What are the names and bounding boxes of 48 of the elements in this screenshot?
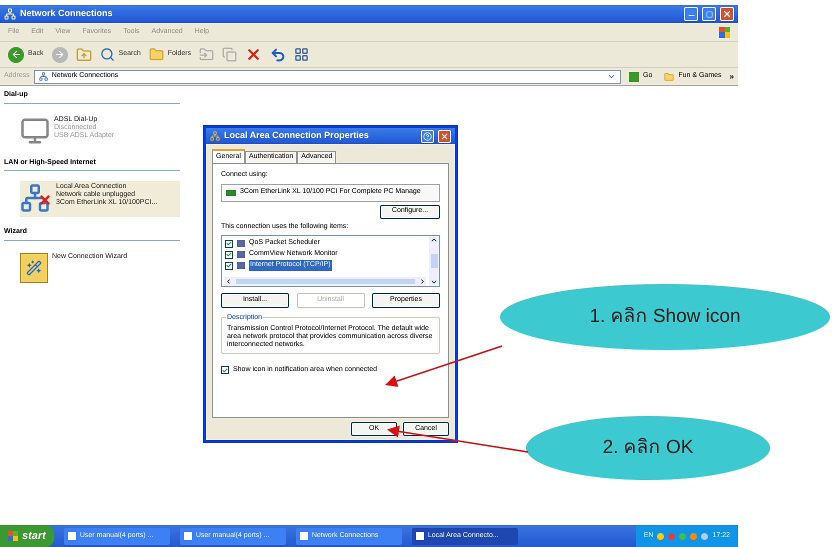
computer-icon (20, 116, 50, 146)
network-disconnected-icon (20, 183, 52, 215)
scroll-right-icon (419, 278, 426, 285)
folder-icon (148, 47, 164, 62)
task-icon (184, 532, 192, 540)
views-icon (294, 47, 310, 62)
network-icon (4, 8, 16, 20)
window-title: Network Connections (20, 7, 113, 20)
move-icon (199, 47, 214, 62)
dialog-title: Local Area Connection Properties (224, 129, 369, 142)
restore-icon (706, 10, 712, 18)
undo-icon (270, 46, 286, 62)
checkbox[interactable] (221, 366, 229, 374)
task-icon (300, 532, 308, 540)
search-icon (100, 47, 115, 62)
close-button[interactable] (720, 7, 734, 21)
views-button[interactable] (294, 47, 310, 62)
close-button[interactable] (438, 130, 451, 142)
checkbox[interactable] (225, 262, 233, 270)
restore-button[interactable] (702, 7, 716, 21)
close-icon (722, 9, 732, 19)
forward-icon (52, 46, 68, 62)
close-icon (440, 132, 449, 140)
folder-icon (664, 72, 674, 82)
copy-icon (222, 47, 238, 62)
network-icon (210, 131, 220, 141)
help-icon (423, 132, 432, 140)
start-button[interactable]: start (0, 525, 54, 547)
wizard-icon (20, 252, 48, 282)
vertical-scrollbar[interactable] (429, 236, 439, 286)
windows-flag-icon (719, 26, 730, 38)
windows-flag-icon (8, 531, 18, 541)
scroll-left-icon (225, 278, 232, 285)
help-button[interactable] (421, 130, 434, 142)
checkbox[interactable] (225, 240, 233, 248)
scroll-down-icon (430, 278, 438, 286)
dropdown-icon (607, 72, 616, 81)
scroll-up-icon (430, 236, 438, 244)
network-icon (38, 72, 48, 81)
more-links-button[interactable]: » (730, 70, 734, 82)
undo-button[interactable] (270, 46, 286, 62)
task-icon (68, 532, 76, 540)
minimize-button[interactable] (684, 7, 698, 21)
folder-up-icon (76, 46, 92, 62)
checkbox[interactable] (225, 250, 233, 258)
horizontal-scrollbar[interactable] (225, 277, 426, 286)
back-icon (8, 46, 24, 62)
task-icon (416, 532, 424, 540)
